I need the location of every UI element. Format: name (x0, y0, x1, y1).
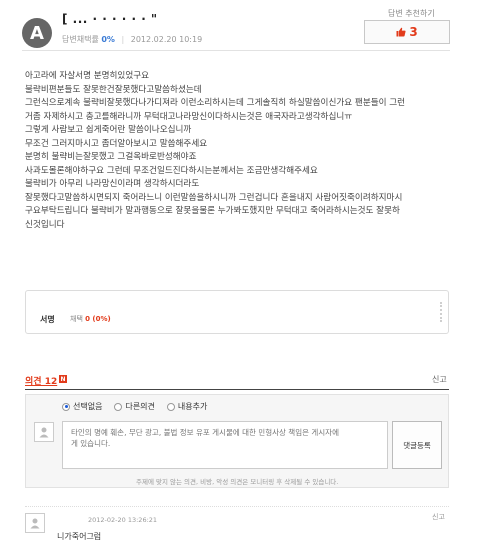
meta-divider: | (121, 35, 125, 44)
comment-text: 니가죽어그럼 (57, 532, 102, 541)
report-link[interactable]: 신고 (432, 374, 447, 385)
like-label: 답변 추천하기 (388, 9, 435, 18)
form-user-avatar (34, 422, 54, 442)
answer-body-line: 무조건 그러지마시고 좀더알아보시고 말씀해주세요 (25, 138, 208, 149)
answer-body-line: 구요부탁드립니다 불략비가 말과행동으로 잘못을물론 누가봐도했지만 무턱대고 … (25, 206, 400, 216)
form-notice: 주제에 맞지 않는 의견, 비방, 악성 의견은 모니터링 후 삭제될 수 있습… (136, 478, 339, 486)
user-name[interactable]: [ ... · · · · · · " (62, 12, 158, 26)
answer-body-line: 잘못했다고말씀하시면되지 죽어라느니 이런말씀을하시니까 그런겁니다 혼을내지 … (25, 192, 403, 203)
answer-body-line: 불략비가 아무리 나라망신이라며 생각하시더라도 (25, 179, 200, 189)
post-datetime: 2012.02.20 10:19 (130, 35, 203, 44)
submit-comment-button[interactable]: 댓글등록 (392, 421, 442, 469)
signature-adopt-label: 채택 (70, 315, 83, 323)
like-count: 3 (409, 25, 418, 39)
comment-form: 선택없음 다른의견 내용추가 댓글등록 주제에 맞지 않는 의견, 비방, 악성… (25, 394, 449, 488)
thumbs-up-icon (396, 27, 406, 37)
option-other-label: 다른의견 (125, 402, 155, 411)
adopt-rate-label: 답변채택률 (62, 35, 99, 44)
option-add[interactable]: 내용추가 (166, 401, 208, 412)
answer-body: 아고라에 자살서명 분명히있었구요불략비편분들도 잘못한건잘못했다고말씀하셨는데… (25, 70, 455, 232)
comments-divider (25, 389, 449, 390)
user-meta: 답변채택률 0% | 2012.02.20 10:19 (62, 34, 202, 45)
adopt-rate-value: 0% (101, 35, 115, 44)
opinion-type-group: 선택없음 다른의견 내용추가 (62, 401, 207, 412)
answer-body-line: 그런식으로계속 불략비잘못했다나가디져라 이런소리하시는데 그게솔직히 하실말씀… (25, 98, 406, 108)
signature-divider (440, 302, 442, 322)
answer-body-line: 거좀 자제하시고 충고를해라니까 무턱대고나라망신이다하시는것은 애국자라고생각… (25, 111, 353, 122)
answer-body-line: 신것입니다 (25, 219, 65, 230)
header-divider (22, 50, 450, 51)
option-other-radio[interactable] (114, 402, 123, 411)
option-other[interactable]: 다른의견 (114, 401, 155, 412)
signature-label: 서명 (40, 315, 55, 324)
comment-avatar (25, 513, 45, 533)
option-add-radio[interactable] (166, 402, 175, 411)
comment-datetime: 2012-02-20 13:26:21 (88, 516, 158, 524)
answer-body-line: 사과도몰론해야하구요 그런데 무조건일드진다하시는분께서는 조금만생각해주세요 (25, 165, 318, 176)
answer-body-line: 분명히 불략비는잘못했고 그걸옥바로반성해야죠 (25, 152, 197, 162)
option-none-label: 선택없음 (73, 402, 103, 411)
comment-input[interactable] (62, 421, 388, 469)
option-none[interactable]: 선택없음 (62, 401, 102, 412)
user-avatar[interactable]: A (22, 18, 52, 48)
option-add-label: 내용추가 (177, 402, 208, 411)
comments-title[interactable]: 의견 12 (25, 374, 57, 387)
signature-adopt-value: 0 (0%) (85, 315, 111, 323)
signature-box: 서명 채택 0 (0%) (25, 290, 449, 334)
signature-adopt: 채택 0 (0%) (70, 314, 111, 324)
answer-body-line: 그렇게 사람보고 쉽게죽어란 말씀이나오십니까 (25, 125, 192, 135)
like-button[interactable]: 3 (364, 20, 450, 44)
comment-separator (25, 506, 449, 507)
answer-body-line: 아고라에 자살서명 분명히있었구요 (25, 71, 150, 81)
new-badge: N (59, 375, 67, 383)
option-none-radio[interactable] (62, 402, 70, 411)
default-avatar-icon (39, 427, 49, 438)
comment-report-link[interactable]: 신고 (432, 512, 445, 522)
default-avatar-icon (30, 518, 40, 529)
answer-body-line: 불략비편분들도 잘못한건잘못했다고말씀하셨는데 (25, 84, 202, 95)
